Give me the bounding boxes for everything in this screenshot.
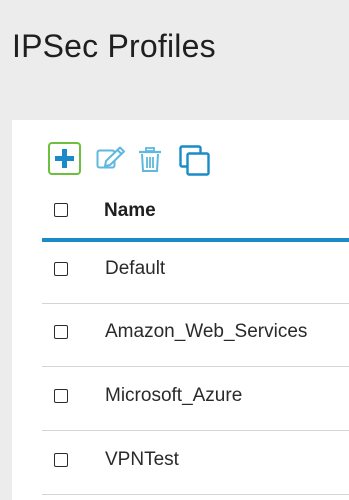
- table-header: Name: [42, 190, 349, 240]
- delete-button[interactable]: [138, 147, 162, 173]
- select-all-checkbox[interactable]: [54, 203, 68, 217]
- clone-icon: [179, 145, 210, 176]
- table-row[interactable]: Default: [42, 242, 349, 304]
- add-button[interactable]: [48, 142, 81, 175]
- row-divider: [42, 366, 349, 367]
- page-title: IPSec Profiles: [12, 28, 216, 64]
- profile-name: Microsoft_Azure: [105, 385, 243, 406]
- row-divider: [42, 303, 349, 304]
- trash-icon: [139, 147, 161, 172]
- row-checkbox[interactable]: [54, 325, 68, 339]
- row-divider: [42, 430, 349, 431]
- edit-icon: [96, 146, 125, 169]
- column-header-name[interactable]: Name: [104, 200, 156, 222]
- row-checkbox[interactable]: [54, 262, 68, 276]
- table-row[interactable]: VPNTest: [42, 433, 349, 495]
- table-row[interactable]: Microsoft_Azure: [42, 369, 349, 431]
- row-checkbox[interactable]: [54, 453, 68, 467]
- row-checkbox[interactable]: [54, 389, 68, 403]
- clone-button[interactable]: [179, 145, 211, 177]
- profile-name: VPNTest: [105, 449, 179, 470]
- row-divider: [42, 494, 349, 495]
- plus-icon: [55, 149, 74, 168]
- edit-button[interactable]: [96, 146, 126, 170]
- table-row[interactable]: Amazon_Web_Services: [42, 305, 349, 367]
- profile-name: Amazon_Web_Services: [105, 321, 308, 342]
- profile-name: Default: [105, 258, 166, 279]
